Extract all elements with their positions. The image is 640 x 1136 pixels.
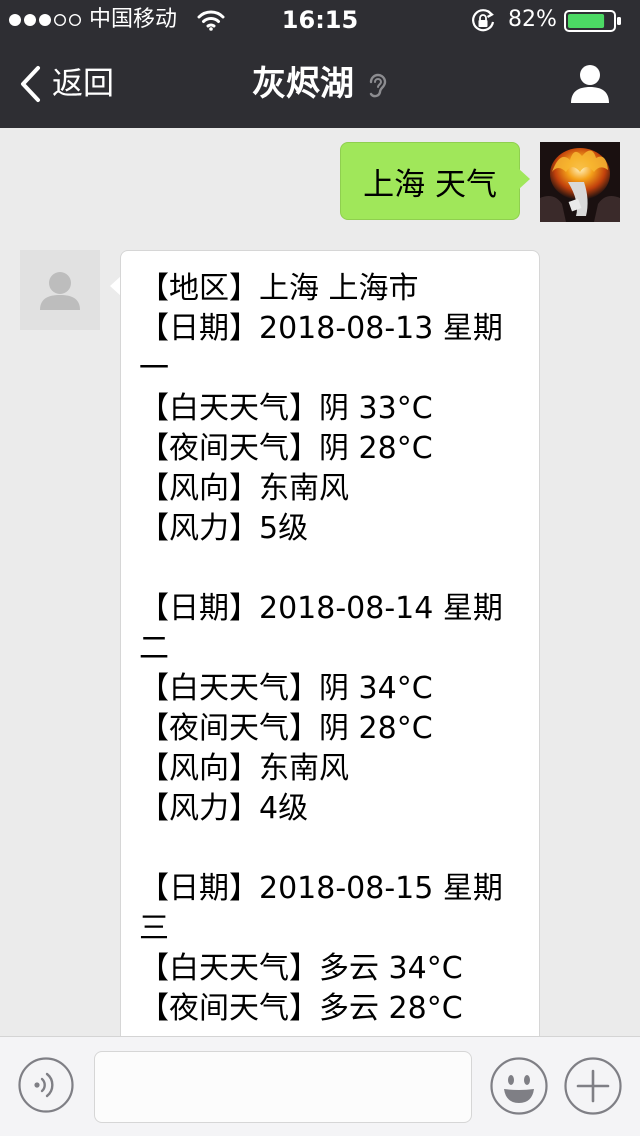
weather-line: 【白天天气】阴 34°C <box>139 671 433 706</box>
rotation-lock-icon <box>472 9 495 32</box>
weather-line: 【风向】东南风 <box>139 751 349 786</box>
status-bar: 中国移动 16:15 82% <box>0 0 640 40</box>
message-input[interactable] <box>94 1051 472 1123</box>
input-bar <box>0 1036 640 1136</box>
weather-line: 【日期】2018-08-14 星期 <box>139 591 503 626</box>
emoji-icon[interactable] <box>490 1057 548 1115</box>
outgoing-message: 上海 天气 <box>340 142 620 222</box>
message-list[interactable]: 上海 天气 【地区】上海 上海市 【日期】2018-08-13 星期 一 【白天… <box>0 128 640 1036</box>
chat-info-button[interactable] <box>568 64 612 104</box>
top-bar: 中国移动 16:15 82% 返回 灰烬湖 <box>0 0 640 128</box>
navigation-bar: 返回 灰烬湖 <box>0 40 640 128</box>
weather-line: 【风力】4级 <box>139 791 309 826</box>
weather-line: 【日期】2018-08-13 星期 <box>139 311 503 346</box>
weather-line: 【日期】2018-08-15 星期 <box>139 871 503 906</box>
voice-icon[interactable] <box>18 1057 74 1113</box>
outgoing-message-text: 上海 天气 <box>363 166 497 203</box>
chat-title-group: 灰烬湖 <box>0 60 640 108</box>
chat-screen: 中国移动 16:15 82% 返回 灰烬湖 上海 天气 【地区】上海 上海市 【… <box>0 0 640 1136</box>
weather-line: 【夜间天气】多云 28°C <box>139 991 463 1026</box>
my-avatar[interactable] <box>540 142 620 222</box>
battery-icon <box>564 10 621 32</box>
outgoing-bubble[interactable]: 上海 天气 <box>340 142 530 220</box>
weather-line: 一 <box>139 351 169 386</box>
weather-line: 【风向】东南风 <box>139 471 349 506</box>
chat-title: 灰烬湖 <box>252 64 354 104</box>
weather-line: 【夜间天气】阴 28°C <box>139 431 433 466</box>
plus-icon[interactable] <box>564 1057 622 1115</box>
weather-line: 【白天天气】阴 33°C <box>139 391 433 426</box>
weather-line: 【夜间天气】阴 28°C <box>139 711 433 746</box>
weather-line: 【地区】上海 上海市 <box>139 271 419 306</box>
weather-spacer <box>139 549 521 589</box>
weather-spacer <box>139 829 521 869</box>
battery-percentage: 82% <box>508 7 557 32</box>
weather-line: 二 <box>139 631 169 666</box>
contact-avatar[interactable] <box>20 250 100 330</box>
earpiece-mode-icon <box>369 73 387 98</box>
incoming-bubble[interactable]: 【地区】上海 上海市【日期】2018-08-13 星期一【白天天气】阴 33°C… <box>120 250 540 1036</box>
weather-line: 三 <box>139 911 169 946</box>
weather-line: 【白天天气】多云 34°C <box>139 951 463 986</box>
weather-line: 【风力】5级 <box>139 511 309 546</box>
weather-report: 【地区】上海 上海市【日期】2018-08-13 星期一【白天天气】阴 33°C… <box>139 269 521 1029</box>
